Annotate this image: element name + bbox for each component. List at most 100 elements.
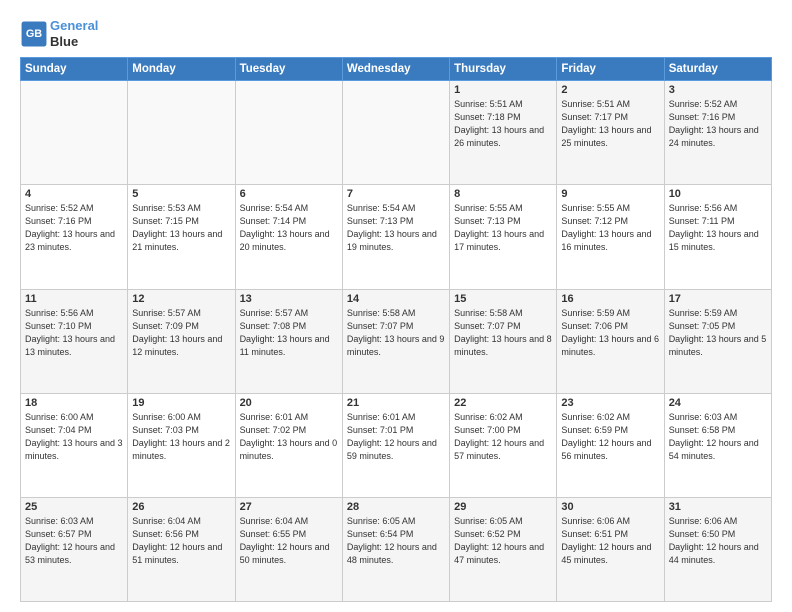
day-number: 11 (25, 293, 123, 305)
day-number: 22 (454, 397, 552, 409)
calendar-cell: 13 Sunrise: 5:57 AM Sunset: 7:08 PM Dayli… (235, 289, 342, 393)
day-number: 5 (132, 188, 230, 200)
calendar-cell: 29Sunrise: 6:05 AM Sunset: 6:52 PM Dayli… (450, 497, 557, 601)
day-info: Sunrise: 5:51 AM Sunset: 7:17 PM Dayligh… (561, 98, 659, 150)
day-number: 15 (454, 293, 552, 305)
calendar-week-row: 18 Sunrise: 6:00 AM Sunset: 7:04 PM Dayli… (21, 393, 772, 497)
day-info: Sunrise: 6:00 AM Sunset: 7:04 PM Dayligh… (25, 411, 123, 463)
day-info: Sunrise: 5:57 AM Sunset: 7:09 PM Dayligh… (132, 307, 230, 359)
day-number: 26 (132, 501, 230, 513)
day-info: Sunrise: 5:53 AM Sunset: 7:15 PM Dayligh… (132, 202, 230, 254)
calendar-cell (128, 81, 235, 185)
calendar-cell: 20 Sunrise: 6:01 AM Sunset: 7:02 PM Dayli… (235, 393, 342, 497)
calendar-cell: 25Sunrise: 6:03 AM Sunset: 6:57 PM Dayli… (21, 497, 128, 601)
calendar-cell: 22 Sunrise: 6:02 AM Sunset: 7:00 PM Dayli… (450, 393, 557, 497)
day-number: 23 (561, 397, 659, 409)
day-number: 27 (240, 501, 338, 513)
header: GB General Blue (20, 18, 772, 49)
calendar-cell: 14 Sunrise: 5:58 AM Sunset: 7:07 PM Dayli… (342, 289, 449, 393)
day-info: Sunrise: 5:55 AM Sunset: 7:12 PM Dayligh… (561, 202, 659, 254)
day-info: Sunrise: 5:58 AM Sunset: 7:07 PM Dayligh… (454, 307, 552, 359)
calendar-cell: 19 Sunrise: 6:00 AM Sunset: 7:03 PM Dayli… (128, 393, 235, 497)
day-number: 20 (240, 397, 338, 409)
calendar-cell: 24 Sunrise: 6:03 AM Sunset: 6:58 PM Dayli… (664, 393, 771, 497)
day-number: 16 (561, 293, 659, 305)
calendar-cell: 27Sunrise: 6:04 AM Sunset: 6:55 PM Dayli… (235, 497, 342, 601)
calendar-cell: 4Sunrise: 5:52 AM Sunset: 7:16 PM Daylig… (21, 185, 128, 289)
svg-text:GB: GB (26, 28, 42, 40)
weekday-header: Wednesday (342, 58, 449, 81)
calendar-cell: 9 Sunrise: 5:55 AM Sunset: 7:12 PM Daylig… (557, 185, 664, 289)
calendar-cell: 10 Sunrise: 5:56 AM Sunset: 7:11 PM Dayli… (664, 185, 771, 289)
calendar-cell: 6Sunrise: 5:54 AM Sunset: 7:14 PM Daylig… (235, 185, 342, 289)
calendar-cell: 12 Sunrise: 5:57 AM Sunset: 7:09 PM Dayli… (128, 289, 235, 393)
logo-icon: GB (20, 20, 48, 48)
weekday-header: Sunday (21, 58, 128, 81)
calendar-header: SundayMondayTuesdayWednesdayThursdayFrid… (21, 58, 772, 81)
calendar-week-row: 1Sunrise: 5:51 AM Sunset: 7:18 PM Daylig… (21, 81, 772, 185)
calendar-cell: 2Sunrise: 5:51 AM Sunset: 7:17 PM Daylig… (557, 81, 664, 185)
day-info: Sunrise: 5:56 AM Sunset: 7:11 PM Dayligh… (669, 202, 767, 254)
day-number: 3 (669, 84, 767, 96)
calendar-cell: 8 Sunrise: 5:55 AM Sunset: 7:13 PM Daylig… (450, 185, 557, 289)
day-info: Sunrise: 6:01 AM Sunset: 7:02 PM Dayligh… (240, 411, 338, 463)
calendar-cell: 30 Sunrise: 6:06 AM Sunset: 6:51 PM Dayli… (557, 497, 664, 601)
day-number: 30 (561, 501, 659, 513)
day-info: Sunrise: 5:56 AM Sunset: 7:10 PM Dayligh… (25, 307, 123, 359)
page: GB General Blue SundayMondayTuesdayWedne… (0, 0, 792, 612)
calendar-cell: 11 Sunrise: 5:56 AM Sunset: 7:10 PM Dayli… (21, 289, 128, 393)
day-number: 14 (347, 293, 445, 305)
weekday-header: Monday (128, 58, 235, 81)
day-info: Sunrise: 5:57 AM Sunset: 7:08 PM Dayligh… (240, 307, 338, 359)
calendar-cell: 16Sunrise: 5:59 AM Sunset: 7:06 PM Dayli… (557, 289, 664, 393)
day-info: Sunrise: 5:51 AM Sunset: 7:18 PM Dayligh… (454, 98, 552, 150)
day-number: 31 (669, 501, 767, 513)
calendar-cell (342, 81, 449, 185)
day-number: 8 (454, 188, 552, 200)
day-info: Sunrise: 6:02 AM Sunset: 7:00 PM Dayligh… (454, 411, 552, 463)
day-info: Sunrise: 6:04 AM Sunset: 6:56 PM Dayligh… (132, 515, 230, 567)
day-number: 18 (25, 397, 123, 409)
day-info: Sunrise: 5:58 AM Sunset: 7:07 PM Dayligh… (347, 307, 445, 359)
calendar-cell: 7Sunrise: 5:54 AM Sunset: 7:13 PM Daylig… (342, 185, 449, 289)
day-number: 6 (240, 188, 338, 200)
calendar-cell (235, 81, 342, 185)
calendar-cell: 21 Sunrise: 6:01 AM Sunset: 7:01 PM Dayli… (342, 393, 449, 497)
day-number: 19 (132, 397, 230, 409)
logo: GB General Blue (20, 18, 98, 49)
weekday-header: Friday (557, 58, 664, 81)
day-number: 12 (132, 293, 230, 305)
day-info: Sunrise: 6:03 AM Sunset: 6:57 PM Dayligh… (25, 515, 123, 567)
calendar-cell: 28 Sunrise: 6:05 AM Sunset: 6:54 PM Dayli… (342, 497, 449, 601)
day-number: 21 (347, 397, 445, 409)
calendar-cell: 18 Sunrise: 6:00 AM Sunset: 7:04 PM Dayli… (21, 393, 128, 497)
day-info: Sunrise: 5:52 AM Sunset: 7:16 PM Dayligh… (25, 202, 123, 254)
day-number: 9 (561, 188, 659, 200)
day-info: Sunrise: 5:55 AM Sunset: 7:13 PM Dayligh… (454, 202, 552, 254)
day-info: Sunrise: 6:06 AM Sunset: 6:51 PM Dayligh… (561, 515, 659, 567)
calendar-week-row: 11 Sunrise: 5:56 AM Sunset: 7:10 PM Dayli… (21, 289, 772, 393)
weekday-header: Tuesday (235, 58, 342, 81)
day-info: Sunrise: 6:05 AM Sunset: 6:52 PM Dayligh… (454, 515, 552, 567)
calendar-cell: 26 Sunrise: 6:04 AM Sunset: 6:56 PM Dayli… (128, 497, 235, 601)
day-info: Sunrise: 6:01 AM Sunset: 7:01 PM Dayligh… (347, 411, 445, 463)
day-number: 10 (669, 188, 767, 200)
day-info: Sunrise: 6:05 AM Sunset: 6:54 PM Dayligh… (347, 515, 445, 567)
day-number: 13 (240, 293, 338, 305)
day-number: 17 (669, 293, 767, 305)
calendar-week-row: 4Sunrise: 5:52 AM Sunset: 7:16 PM Daylig… (21, 185, 772, 289)
weekday-header: Saturday (664, 58, 771, 81)
calendar-cell (21, 81, 128, 185)
day-info: Sunrise: 5:59 AM Sunset: 7:05 PM Dayligh… (669, 307, 767, 359)
weekday-header: Thursday (450, 58, 557, 81)
day-number: 24 (669, 397, 767, 409)
day-info: Sunrise: 6:06 AM Sunset: 6:50 PM Dayligh… (669, 515, 767, 567)
day-info: Sunrise: 6:02 AM Sunset: 6:59 PM Dayligh… (561, 411, 659, 463)
calendar-cell: 5 Sunrise: 5:53 AM Sunset: 7:15 PM Daylig… (128, 185, 235, 289)
day-info: Sunrise: 5:52 AM Sunset: 7:16 PM Dayligh… (669, 98, 767, 150)
day-number: 28 (347, 501, 445, 513)
calendar-cell: 23 Sunrise: 6:02 AM Sunset: 6:59 PM Dayli… (557, 393, 664, 497)
day-info: Sunrise: 6:00 AM Sunset: 7:03 PM Dayligh… (132, 411, 230, 463)
day-info: Sunrise: 6:03 AM Sunset: 6:58 PM Dayligh… (669, 411, 767, 463)
calendar-body: 1Sunrise: 5:51 AM Sunset: 7:18 PM Daylig… (21, 81, 772, 602)
